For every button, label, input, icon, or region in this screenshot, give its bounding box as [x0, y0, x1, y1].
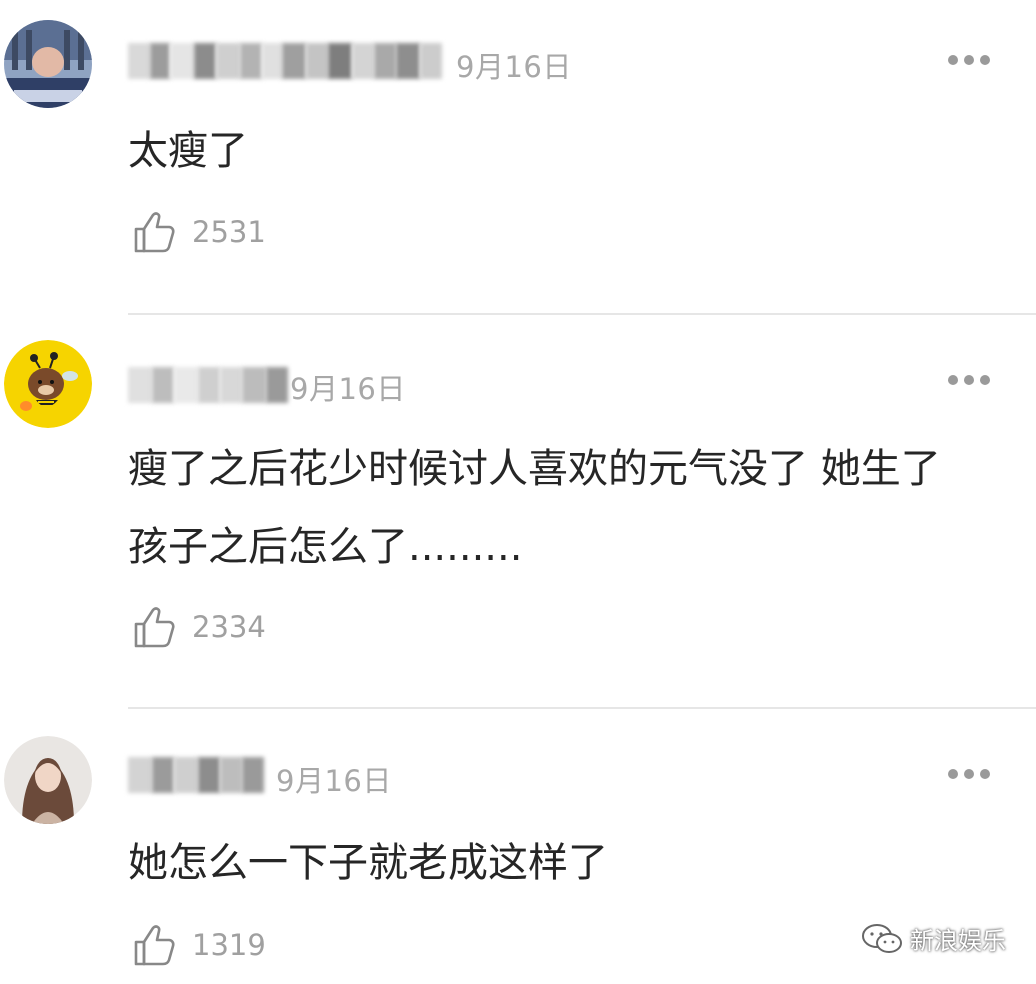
watermark: 新浪娱乐 — [860, 921, 1006, 956]
more-icon[interactable] — [948, 768, 990, 780]
comment-date: 9月16日 — [456, 50, 572, 84]
comment-date: 9月16日 — [276, 764, 392, 798]
wechat-icon — [862, 923, 902, 953]
watermark-label: 新浪娱乐 — [910, 927, 1006, 955]
like-count: 2334 — [192, 610, 266, 644]
username-blurred[interactable] — [128, 362, 288, 408]
username-blurred[interactable] — [128, 38, 442, 84]
like-button[interactable]: 2334 — [132, 602, 266, 652]
comment-text: 太瘦了 — [128, 128, 248, 174]
avatar-photo-icon — [4, 20, 92, 108]
avatar-portrait-icon — [4, 736, 92, 824]
like-button[interactable]: 1319 — [132, 920, 266, 970]
avatar-bear-icon — [4, 340, 92, 428]
more-icon[interactable] — [948, 374, 990, 386]
divider — [128, 707, 1036, 709]
more-icon[interactable] — [948, 54, 990, 66]
comment-item: 9月16日 瘦了之后花少时候讨人喜欢的元气没了 她生了孩子之后怎么了......… — [0, 316, 1036, 708]
comment-text: 她怎么一下子就老成这样了 — [128, 840, 608, 886]
like-count: 1319 — [192, 928, 266, 962]
thumbs-up-icon — [134, 212, 175, 253]
avatar[interactable] — [4, 20, 92, 108]
avatar[interactable] — [4, 736, 92, 824]
thumbs-up-icon — [134, 925, 175, 966]
like-button[interactable]: 2531 — [132, 207, 266, 257]
comment-date: 9月16日 — [290, 372, 406, 406]
avatar[interactable] — [4, 340, 92, 428]
comment-item: 9月16日 太瘦了 2531 — [0, 0, 1036, 316]
comment-text: 瘦了之后花少时候讨人喜欢的元气没了 她生了孩子之后怎么了......... — [128, 446, 941, 570]
thumbs-up-icon — [134, 607, 175, 648]
divider — [128, 313, 1036, 315]
like-count: 2531 — [192, 215, 266, 249]
username-blurred[interactable] — [128, 752, 264, 798]
